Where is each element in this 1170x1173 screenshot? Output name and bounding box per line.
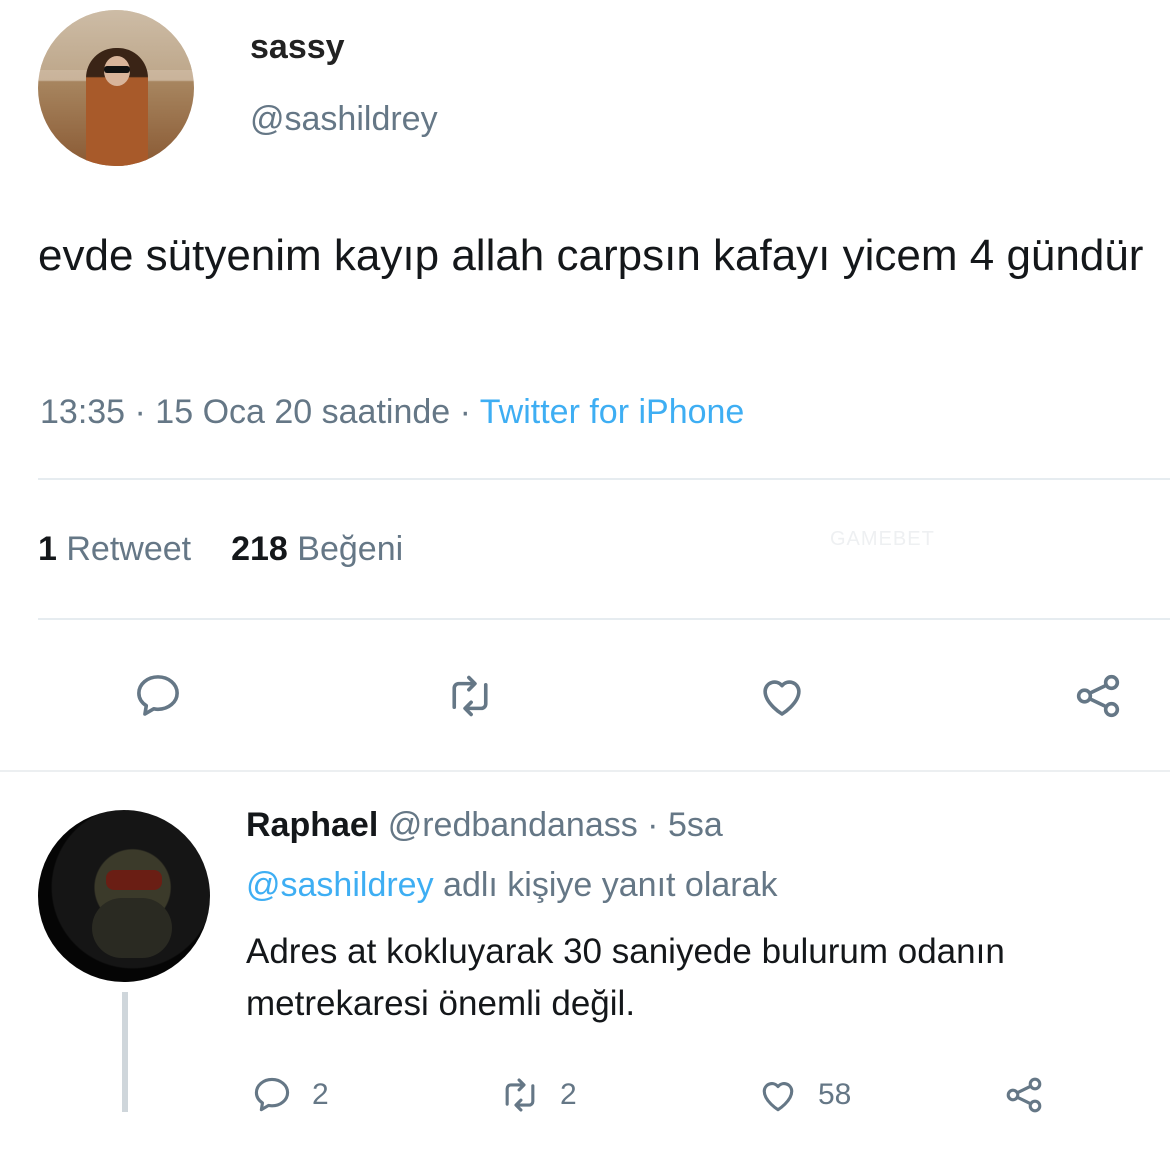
retweet-button[interactable] <box>440 666 500 726</box>
retweet-icon <box>452 675 488 717</box>
retweet-icon <box>505 1078 535 1112</box>
share-button[interactable] <box>1068 666 1128 726</box>
like-button[interactable] <box>752 666 812 726</box>
heart-icon <box>762 1082 794 1112</box>
tweet-text: evde sütyenim kayıp allah carpsın kafayı… <box>38 231 1144 280</box>
heart-icon <box>763 680 801 716</box>
reply-reply-count: 2 <box>312 1078 329 1111</box>
reply-reply-button[interactable]: 2 <box>250 1070 329 1120</box>
divider <box>38 618 1170 620</box>
reply-button[interactable] <box>128 666 188 726</box>
reply-icon <box>254 1077 290 1112</box>
display-name[interactable]: sassy <box>250 28 345 67</box>
tweet-meta: 13:35 · 15 Oca 20 saatinde · Twitter for… <box>40 393 744 432</box>
reply-avatar[interactable] <box>38 810 210 982</box>
thread-line <box>122 992 128 1112</box>
reply-display-name[interactable]: Raphael <box>246 806 378 844</box>
like-count: 218 <box>231 530 288 568</box>
reply-mention[interactable]: @sashildrey <box>246 866 434 904</box>
watermark: GAMEBET <box>830 528 935 550</box>
tweet-timestamp[interactable]: 13:35 · 15 Oca 20 saatinde · <box>40 393 480 431</box>
reply-share-button[interactable] <box>1002 1070 1046 1120</box>
reply-header: Raphael @redbandanass · 5sa <box>246 806 723 845</box>
retweet-count: 1 <box>38 530 57 568</box>
reply-retweet-count: 2 <box>560 1078 577 1111</box>
reply-icon <box>137 675 179 716</box>
share-icon <box>1006 1077 1042 1113</box>
engagement-stats: 1 Retweet 218 Beğeni <box>38 530 403 569</box>
tweet-source[interactable]: Twitter for iPhone <box>480 393 745 431</box>
retweets-stat[interactable]: 1 Retweet <box>38 530 191 568</box>
divider <box>38 478 1170 480</box>
reply-like-button[interactable]: 58 <box>756 1070 851 1120</box>
reply-text: Adres at kokluyarak 30 saniyede bulurum … <box>246 932 1005 1023</box>
retweet-label: Retweet <box>66 530 192 568</box>
reply-retweet-button[interactable]: 2 <box>498 1070 577 1120</box>
replying-to-label: adlı kişiye yanıt olarak <box>433 866 778 904</box>
thread-separator <box>0 770 1170 772</box>
avatar[interactable] <box>38 10 194 166</box>
avatar-shell <box>92 898 172 958</box>
avatar-bandana <box>106 870 162 890</box>
user-handle[interactable]: @sashildrey <box>250 100 438 139</box>
reply-like-count: 58 <box>818 1078 852 1111</box>
likes-stat[interactable]: 218 Beğeni <box>231 530 403 568</box>
avatar-sunglasses <box>104 66 130 73</box>
replying-to: @sashildrey adlı kişiye yanıt olarak <box>246 866 778 905</box>
share-icon <box>1076 674 1120 718</box>
like-label: Beğeni <box>297 530 404 568</box>
reply-handle-time[interactable]: @redbandanass · 5sa <box>378 806 723 844</box>
